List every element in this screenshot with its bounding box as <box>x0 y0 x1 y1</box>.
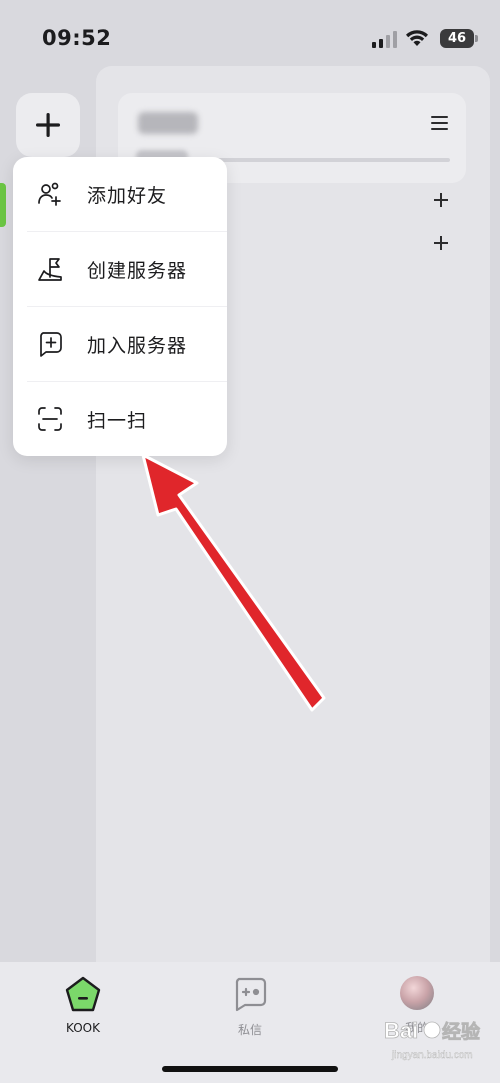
kook-icon <box>65 976 101 1012</box>
watermark-url: jingyan.baidu.com <box>391 1050 473 1061</box>
cellular-signal-icon <box>372 31 397 48</box>
menu-item-label: 添加好友 <box>87 184 168 207</box>
add-category-icon[interactable] <box>431 233 451 253</box>
menu-item-join-server[interactable]: 加入服务器 <box>13 307 227 381</box>
server-progress-bar <box>196 158 450 162</box>
status-bar: 09:52 46 <box>0 0 500 72</box>
wifi-icon <box>406 30 428 46</box>
gamepad-chat-icon <box>235 977 267 1012</box>
tab-label: 私信 <box>237 1023 262 1037</box>
status-time: 09:52 <box>42 26 112 50</box>
add-button[interactable] <box>16 93 80 157</box>
server-name-blurred <box>138 112 198 134</box>
avatar <box>400 976 434 1010</box>
menu-item-label: 扫一扫 <box>87 409 148 432</box>
watermark-text: 经验 <box>442 1020 481 1043</box>
add-channel-icon[interactable] <box>431 190 451 210</box>
tab-messages[interactable]: 私信 <box>200 975 300 1038</box>
create-server-icon <box>38 258 62 281</box>
menu-item-create-server[interactable]: 创建服务器 <box>13 232 227 306</box>
menu-item-label: 加入服务器 <box>87 334 188 357</box>
baidu-jingyan-watermark: Bai 经验 jingyan.baidu.com <box>384 1018 482 1062</box>
scan-icon <box>38 407 62 431</box>
add-friend-icon <box>38 182 61 206</box>
hamburger-icon[interactable] <box>430 114 450 132</box>
tab-label: KOOK <box>66 1021 100 1035</box>
menu-item-scan[interactable]: 扫一扫 <box>13 382 227 456</box>
add-popup-menu: 添加好友 创建服务器 加入服务器 扫一扫 <box>13 157 227 456</box>
tab-kook[interactable]: KOOK <box>33 975 133 1035</box>
watermark-text: Bai <box>384 1018 418 1043</box>
menu-item-label: 创建服务器 <box>87 259 188 282</box>
menu-item-add-friend[interactable]: 添加好友 <box>13 157 227 231</box>
plus-icon <box>36 113 60 137</box>
battery-indicator: 46 <box>440 29 478 48</box>
join-server-icon <box>40 332 62 357</box>
selected-server-indicator <box>0 183 6 227</box>
home-indicator <box>162 1066 338 1072</box>
